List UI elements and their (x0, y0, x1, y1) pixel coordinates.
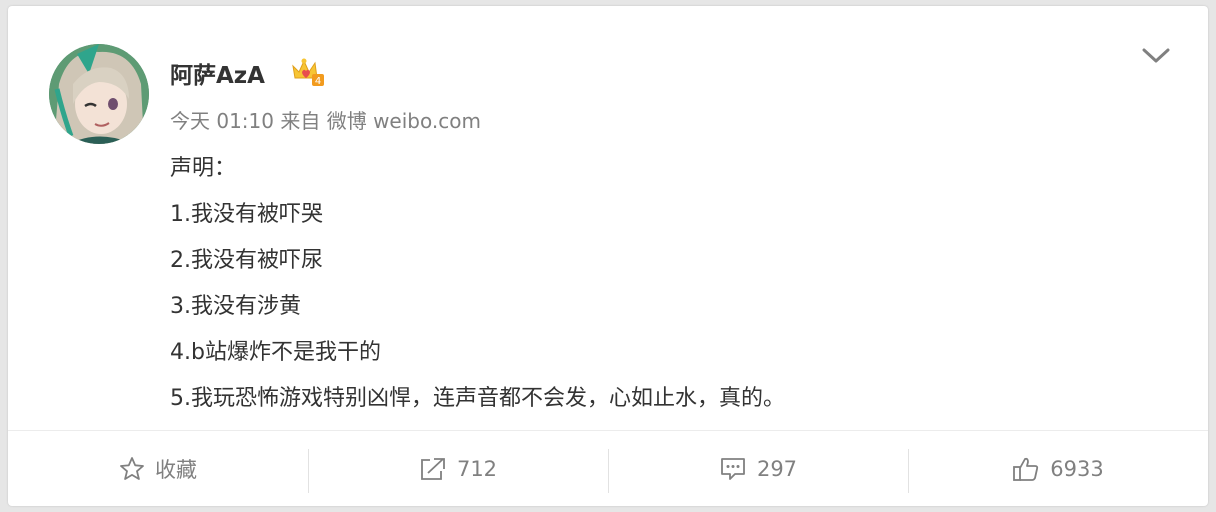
content-line: 1.我没有被吓哭 (170, 202, 323, 227)
comment-count: 297 (756, 457, 798, 481)
like-count: 6933 (1050, 457, 1104, 481)
content-line: 2.我没有被吓尿 (170, 248, 323, 273)
content-line: 5.我玩恐怖游戏特别凶悍，连声音都不会发，心如止水，真的。 (170, 386, 785, 411)
chevron-down-icon[interactable] (1139, 42, 1173, 70)
avatar[interactable] (49, 44, 149, 144)
favorite-button[interactable]: 收藏 (8, 431, 308, 507)
favorite-label: 收藏 (155, 458, 197, 482)
crown-heart-badge-icon[interactable]: 4 (290, 56, 326, 88)
share-arrow-icon (421, 458, 445, 480)
comment-icon (721, 458, 745, 480)
star-icon (120, 457, 144, 480)
content-line: 声明： (170, 156, 237, 181)
like-button[interactable]: 6933 (908, 431, 1208, 507)
comment-button[interactable]: 297 (608, 431, 908, 507)
author-name[interactable]: 阿萨AzA (170, 56, 265, 90)
svg-text:4: 4 (315, 76, 321, 87)
post-meta: 今天 01:10 来自 微博 weibo.com (170, 105, 481, 134)
weibo-post-card: 阿萨AzA 4 今天 01:10 来自 微博 weibo.com 声明： 1.我… (8, 6, 1208, 506)
post-actions: 收藏 712 297 6933 (8, 430, 1208, 507)
repost-button[interactable]: 712 (308, 431, 608, 507)
content-line: 4.b站爆炸不是我干的 (170, 340, 381, 365)
post-time[interactable]: 今天 01:10 (170, 109, 274, 133)
repost-count: 712 (456, 457, 498, 481)
post-content: 声明： 1.我没有被吓哭 2.我没有被吓尿 3.我没有涉黄 4.b站爆炸不是我干… (170, 146, 1170, 422)
post-source: 来自 微博 weibo.com (280, 109, 481, 133)
thumbs-up-icon (1013, 457, 1039, 481)
content-line: 3.我没有涉黄 (170, 294, 301, 319)
